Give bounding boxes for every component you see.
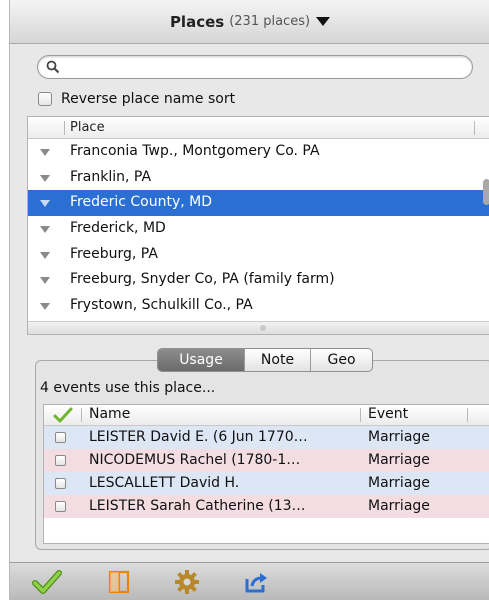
event-row[interactable]: NICODEMUS Rachel (1780-1… Marriage <box>44 449 489 472</box>
disclosure-triangle-icon[interactable] <box>40 149 50 156</box>
tab-geo[interactable]: Geo <box>310 349 372 371</box>
place-name: Frederic County, MD <box>70 194 213 211</box>
column-divider <box>81 408 82 422</box>
place-name: Franconia Twp., Montgomery Co. PA <box>70 143 320 159</box>
event-row[interactable]: LEISTER Sarah Catherine (13… Marriage <box>44 495 489 518</box>
events-table[interactable]: Name Event LEISTER David E. (6 Jun 1770…… <box>43 404 489 544</box>
row-checkbox[interactable] <box>55 455 66 466</box>
places-count: (231 places) <box>229 14 311 29</box>
usage-summary: 4 events use this place... <box>40 380 216 396</box>
reverse-sort-label: Reverse place name sort <box>61 91 236 107</box>
events-table-header: Name Event <box>44 405 489 426</box>
disclosure-triangle-icon[interactable] <box>40 277 50 285</box>
column-divider <box>474 121 475 135</box>
disclosure-triangle-icon[interactable] <box>40 200 50 208</box>
places-header[interactable]: Places (231 places) <box>10 0 489 44</box>
row-checkbox[interactable] <box>55 432 66 443</box>
place-name: Freeburg, PA <box>70 245 158 262</box>
place-list[interactable]: Place Franconia Twp., Montgomery Co. PA … <box>27 116 489 335</box>
header-title: Places <box>169 12 225 31</box>
column-divider <box>360 408 361 422</box>
search-field[interactable] <box>37 55 473 79</box>
disclosure-triangle-icon[interactable] <box>40 174 50 182</box>
event-person-name: NICODEMUS Rachel (1780-1… <box>89 452 301 468</box>
checkmark-column-icon[interactable] <box>53 407 73 423</box>
place-row[interactable]: Frederick, MD <box>28 216 489 242</box>
resize-handle-bar[interactable] <box>28 321 489 334</box>
vertical-scrollbar-thumb[interactable] <box>483 179 489 205</box>
disclosure-triangle-icon[interactable] <box>40 303 50 311</box>
share-icon[interactable] <box>241 568 271 596</box>
search-icon <box>46 60 60 74</box>
event-person-name: LEISTER Sarah Catherine (13… <box>89 498 306 514</box>
place-column-header[interactable]: Place <box>28 117 489 139</box>
resize-grip-icon[interactable] <box>260 325 266 331</box>
column-divider <box>467 408 468 422</box>
place-row[interactable]: Freeburg, PA <box>28 242 489 268</box>
event-person-name: LESCALLETT David H. <box>89 475 240 491</box>
event-person-name: LEISTER David E. (6 Jun 1770… <box>89 429 308 445</box>
place-name: Frystown, Schulkill Co., PA <box>70 297 253 314</box>
bottom-toolbar <box>10 562 489 600</box>
place-row[interactable]: Freeburg, Snyder Co, PA (family farm) <box>28 267 489 293</box>
name-column-header[interactable]: Name <box>89 406 130 422</box>
place-row[interactable]: Frystown, Schulkill Co., PA <box>28 293 489 319</box>
row-checkbox[interactable] <box>55 501 66 512</box>
place-row-selected[interactable]: Frederic County, MD <box>28 190 489 217</box>
tab-usage[interactable]: Usage <box>158 349 244 371</box>
split-view-icon[interactable] <box>104 568 134 596</box>
event-column-header[interactable]: Event <box>368 406 408 422</box>
reverse-sort-row[interactable]: Reverse place name sort <box>38 89 235 109</box>
event-type: Marriage <box>368 498 430 514</box>
places-panel: Places (231 places) Reverse place name s… <box>9 0 489 600</box>
place-row[interactable]: Franklin, PA <box>28 165 489 191</box>
place-name: Freeburg, Snyder Co, PA (family farm) <box>70 271 335 288</box>
place-name: Franklin, PA <box>70 168 152 185</box>
event-row[interactable]: LEISTER David E. (6 Jun 1770… Marriage <box>44 426 489 449</box>
disclosure-triangle-icon[interactable] <box>40 226 50 234</box>
event-type: Marriage <box>368 429 430 445</box>
dropdown-caret-icon[interactable] <box>316 17 331 26</box>
reverse-sort-checkbox[interactable] <box>38 92 52 106</box>
event-type: Marriage <box>368 452 430 468</box>
column-divider <box>64 121 65 135</box>
tab-note[interactable]: Note <box>244 349 310 371</box>
place-name: Frederick, MD <box>70 220 166 237</box>
disclosure-triangle-icon[interactable] <box>40 251 50 259</box>
detail-tab-bar: Usage Note Geo <box>157 348 373 372</box>
event-row[interactable]: LESCALLETT David H. Marriage <box>44 472 489 495</box>
place-row[interactable]: Franconia Twp., Montgomery Co. PA <box>28 139 489 165</box>
search-input[interactable] <box>64 58 464 76</box>
row-checkbox[interactable] <box>55 478 66 489</box>
gear-icon[interactable] <box>172 568 202 596</box>
checkmark-icon[interactable] <box>32 568 62 596</box>
event-type: Marriage <box>368 475 430 491</box>
place-column-label: Place <box>70 120 105 135</box>
